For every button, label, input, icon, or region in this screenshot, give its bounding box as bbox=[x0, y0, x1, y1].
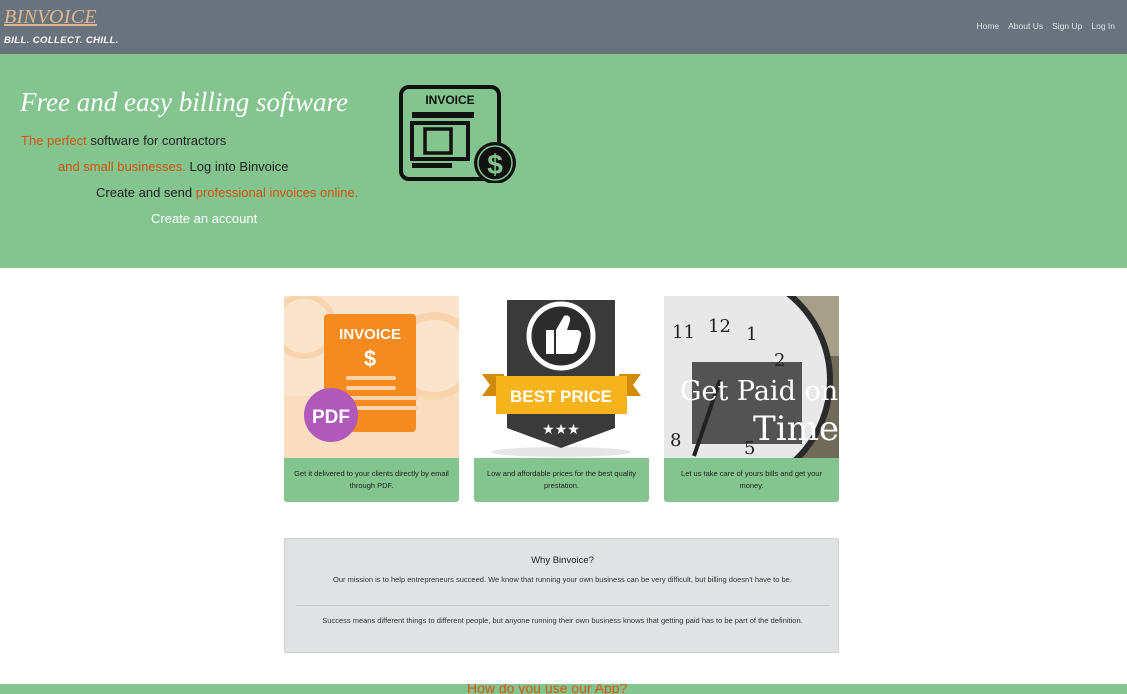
svg-text:11: 11 bbox=[672, 322, 695, 343]
why-binvoice-panel: Why Binvoice? Our mission is to help ent… bbox=[284, 538, 839, 653]
nav-home-link[interactable]: Home bbox=[976, 21, 999, 31]
time-card-text-1: Get Paid on bbox=[680, 376, 838, 407]
feature-card-price: BEST PRICE ★★★ Low and affordable prices… bbox=[474, 296, 649, 502]
invoice-dollar-icon: INVOICE $ bbox=[399, 85, 516, 183]
pdf-invoice-image: INVOICE $ PDF bbox=[284, 296, 459, 458]
hero-line-2-text: Log into Binvoice bbox=[185, 159, 289, 174]
hero-line-1-highlight: The perfect bbox=[21, 133, 87, 148]
svg-text:12: 12 bbox=[708, 316, 731, 337]
nav-about-link[interactable]: About Us bbox=[1008, 21, 1043, 31]
time-card-text-2: Time bbox=[753, 409, 839, 449]
divider bbox=[296, 605, 829, 606]
brand-logo-link[interactable]: BINVOICE bbox=[4, 6, 97, 29]
svg-text:$: $ bbox=[364, 346, 376, 371]
feature-card-pdf: INVOICE $ PDF Get it delivered to your c… bbox=[284, 296, 459, 502]
card-caption: Low and affordable prices for the best q… bbox=[474, 458, 649, 502]
hero-line-2-highlight: and small businesses. bbox=[58, 159, 186, 174]
pdf-badge-text: PDF bbox=[312, 407, 350, 428]
hero-line-3: Create and send professional invoices on… bbox=[96, 185, 358, 200]
svg-text:1: 1 bbox=[746, 324, 757, 345]
navbar: BINVOICE BILL. COLLECT. CHILL. Home Abou… bbox=[0, 0, 1127, 54]
svg-text:8: 8 bbox=[670, 430, 681, 451]
nav-links: Home About Us Sign Up Log In bbox=[976, 21, 1115, 31]
how-to-use-section: How do you use our App? bbox=[0, 684, 1127, 694]
best-price-text: BEST PRICE bbox=[510, 387, 612, 406]
pdf-card-invoice-text: INVOICE bbox=[339, 326, 401, 343]
card-caption: Let us take care of yours bills and get … bbox=[664, 458, 839, 502]
svg-text:★★★: ★★★ bbox=[542, 422, 580, 438]
hero-line-3-highlight: professional invoices online. bbox=[195, 185, 359, 200]
hero-line-1-text: software for contractors bbox=[86, 133, 227, 148]
hero-line-3-text: Create and send bbox=[96, 185, 196, 200]
nav-signup-link[interactable]: Sign Up bbox=[1052, 21, 1082, 31]
feature-card-time: 12 1 11 2 8 5 Get Paid on Time Let us ta… bbox=[664, 296, 839, 502]
why-paragraph-1: Our mission is to help entrepreneurs suc… bbox=[333, 575, 792, 584]
hero-line-1: The perfect software for contractors bbox=[21, 133, 226, 148]
best-price-image: BEST PRICE ★★★ bbox=[474, 296, 649, 458]
hero-line-2: and small businesses. Log into Binvoice bbox=[58, 159, 289, 174]
create-account-link[interactable]: Create an account bbox=[151, 211, 257, 226]
get-paid-on-time-image: 12 1 11 2 8 5 Get Paid on Time bbox=[664, 296, 839, 458]
hero-title: Free and easy billing software bbox=[20, 87, 348, 117]
why-paragraph-2: Success means different things to differ… bbox=[322, 616, 803, 625]
why-title: Why Binvoice? bbox=[531, 555, 594, 566]
invoice-icon-label: INVOICE bbox=[425, 93, 474, 107]
card-caption: Get it delivered to your clients directl… bbox=[284, 458, 459, 502]
svg-text:$: $ bbox=[487, 149, 503, 180]
nav-login-link[interactable]: Log In bbox=[1091, 21, 1115, 31]
hero-section: Free and easy billing software The perfe… bbox=[0, 54, 1127, 268]
how-to-use-title: How do you use our App? bbox=[467, 684, 628, 694]
brand-tagline: BILL. COLLECT. CHILL. bbox=[4, 35, 119, 46]
